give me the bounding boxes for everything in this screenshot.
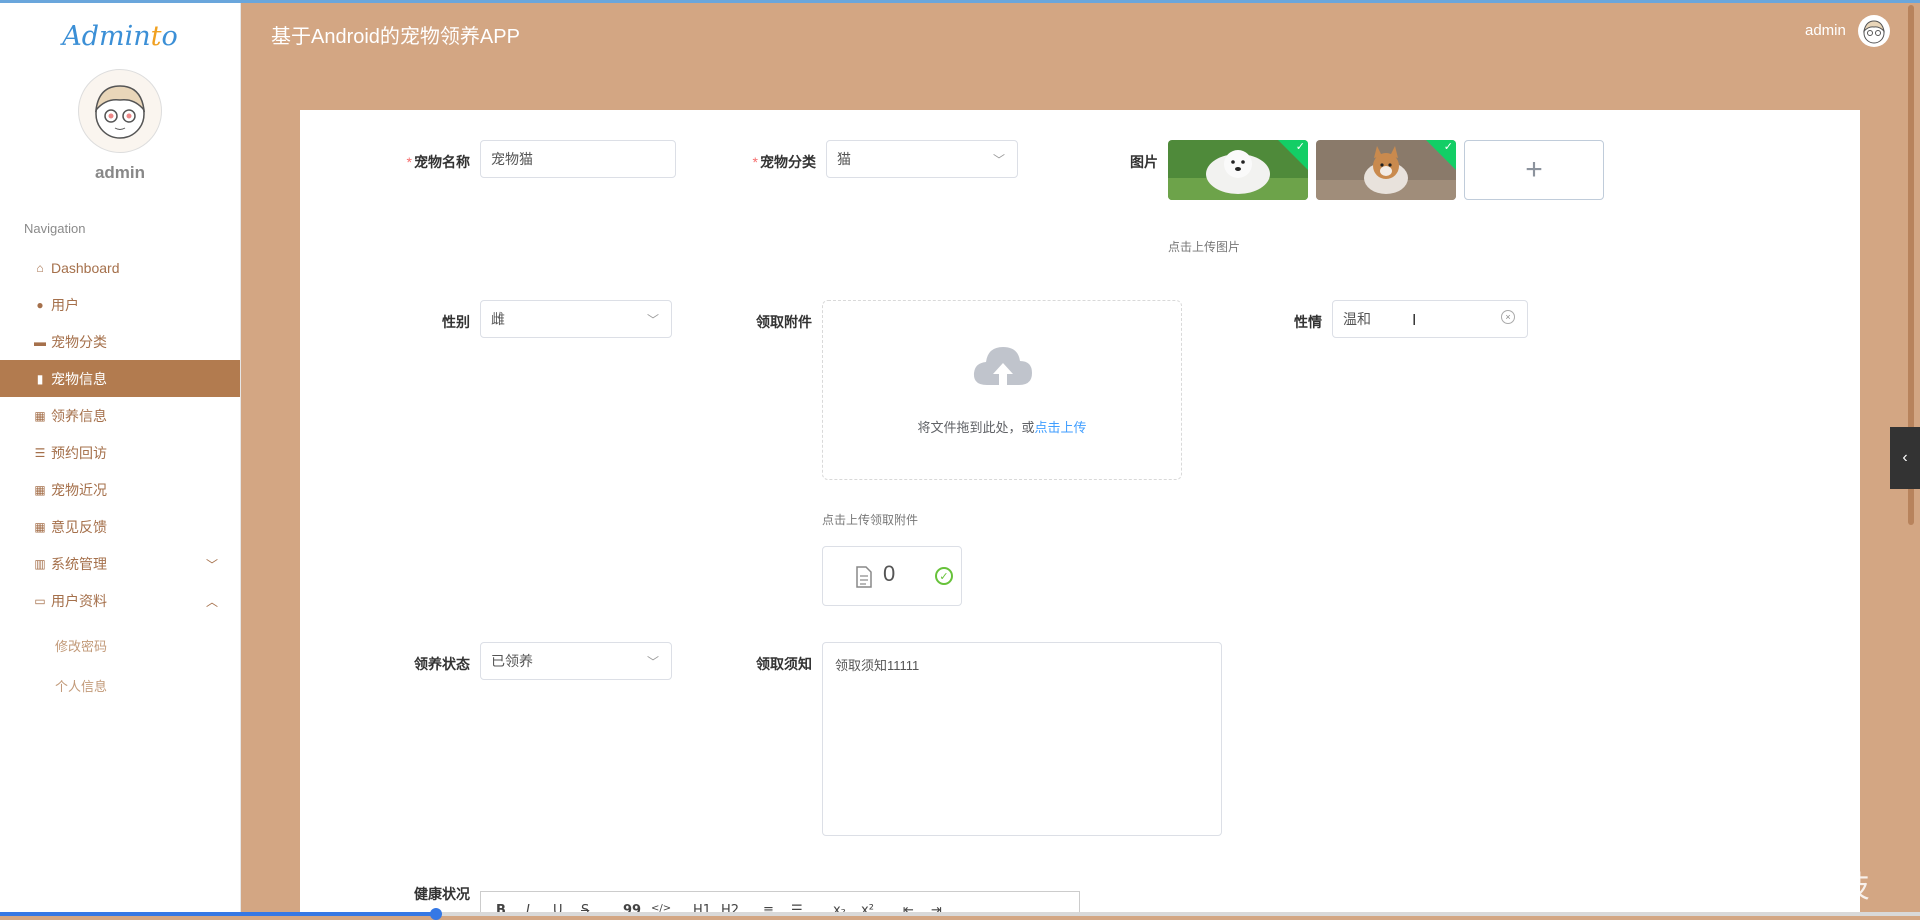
add-image-button[interactable]: +	[1464, 140, 1604, 200]
attachment-upload-hint: 点击上传领取附件	[822, 513, 919, 527]
bar-chart-icon: ▮	[36, 371, 44, 386]
pet-name-input[interactable]: 宠物猫	[480, 140, 676, 178]
grid-icon: ▦	[34, 519, 46, 534]
chevron-down-icon: ﹀	[205, 558, 218, 572]
sidebar-item-system-management[interactable]: ▥ 系统管理 ﹀	[0, 545, 240, 582]
sidebar-subitem-change-password[interactable]: 修改密码	[0, 625, 240, 665]
sidebar-item-label: 用户资料	[51, 592, 107, 609]
text-cursor-icon: I	[1412, 312, 1417, 329]
sidebar-item-label: 系统管理	[51, 555, 107, 572]
images-label: 图片	[1130, 154, 1158, 170]
monitor-icon: ▬	[34, 334, 46, 349]
temperament-label: 性情	[1294, 314, 1322, 330]
attachment-label: 领取附件	[756, 314, 812, 330]
top-accent-line	[0, 0, 1920, 3]
temperament-input[interactable]: 温和 ×	[1332, 300, 1528, 338]
document-icon	[856, 566, 872, 588]
pet-category-label: * 宠物分类	[752, 154, 816, 170]
chevron-down-icon: ﹀	[992, 153, 1005, 167]
sidebar-item-adoption-info[interactable]: ▦ 领养信息	[0, 397, 240, 434]
sidebar-item-dashboard[interactable]: ⌂ Dashboard	[0, 249, 240, 286]
notice-label: 领取须知	[756, 656, 812, 672]
sidebar-item-label: 宠物信息	[51, 370, 107, 387]
sidebar-subitem-personal-info[interactable]: 个人信息	[0, 665, 240, 705]
grid-icon: ▦	[34, 482, 46, 497]
books-icon: ▥	[34, 556, 46, 571]
sidebar-item-feedback[interactable]: ▦ 意见反馈	[0, 508, 240, 545]
check-icon: ✓	[1295, 141, 1305, 153]
pet-category-select[interactable]: 猫 ﹀	[826, 140, 1018, 178]
collapse-tab[interactable]: ‹	[1890, 427, 1920, 489]
header-avatar[interactable]	[1858, 15, 1890, 47]
gender-label: 性别	[442, 314, 470, 330]
attachment-dropzone[interactable]: 将文件拖到此处，或点击上传	[822, 300, 1182, 480]
image-upload-hint: 点击上传图片	[1168, 240, 1241, 254]
click-upload-link[interactable]: 点击上传	[1035, 420, 1087, 435]
gender-select[interactable]: 雌 ﹀	[480, 300, 672, 338]
list-icon: ☰	[34, 445, 46, 460]
sidebar-item-label: 领养信息	[51, 407, 107, 424]
sidebar-item-label: 用户	[51, 296, 79, 313]
sidebar-item-label: 意见反馈	[51, 518, 107, 535]
image-thumbnail-2[interactable]: ✓	[1316, 140, 1456, 200]
progress-knob[interactable]	[430, 908, 442, 920]
image-thumbnail-1[interactable]: ✓	[1168, 140, 1308, 200]
sidebar-item-label: 预约回访	[51, 444, 107, 461]
app-logo[interactable]: Adminto	[0, 21, 240, 52]
sidebar-item-return-visit[interactable]: ☰ 预约回访	[0, 434, 240, 471]
page-title: 基于Android的宠物领养APP	[271, 26, 520, 48]
video-progress-bar[interactable]	[0, 908, 1920, 920]
uploaded-file-card[interactable]: 0 ✓	[822, 546, 962, 606]
watermark: CSDN @辉时科技	[1626, 871, 1870, 904]
health-label: 健康状况	[414, 886, 470, 902]
pin-icon: ●	[36, 297, 44, 312]
cloud-upload-icon	[973, 347, 1032, 385]
chevron-up-icon: ︿	[205, 595, 218, 609]
clear-icon[interactable]: ×	[1501, 310, 1515, 324]
chevron-down-icon: ﹀	[646, 655, 659, 669]
nav-heading: Navigation	[24, 221, 86, 236]
adopt-status-select[interactable]: 已领养 ﹀	[480, 642, 672, 680]
sidebar-item-label: 宠物近况	[51, 481, 107, 498]
user-avatar[interactable]	[78, 69, 162, 153]
card-icon: ▭	[34, 593, 46, 608]
sidebar: Adminto admin Navigation ⌂ Dashboard ● 用…	[0, 3, 241, 916]
check-icon: ✓	[1443, 141, 1453, 153]
progress-fill	[0, 912, 440, 916]
grid-icon: ▦	[34, 408, 46, 423]
pet-name-label: * 宠物名称	[406, 154, 470, 170]
adopt-status-label: 领养状态	[414, 656, 470, 672]
chevron-left-icon: ‹	[1902, 449, 1908, 466]
header-username[interactable]: admin	[1805, 22, 1846, 39]
sidebar-item-pet-info[interactable]: ▮ 宠物信息	[0, 360, 240, 397]
sidebar-item-users[interactable]: ● 用户	[0, 286, 240, 323]
sidebar-item-label: 宠物分类	[51, 333, 107, 350]
chevron-down-icon: ﹀	[646, 313, 659, 327]
sidebar-item-user-profile[interactable]: ▭ 用户资料 ︿	[0, 582, 240, 619]
file-count: 0	[883, 561, 896, 586]
plus-icon: +	[1525, 153, 1543, 186]
sidebar-item-label: Dashboard	[51, 259, 120, 276]
sidebar-item-pet-status[interactable]: ▦ 宠物近况	[0, 471, 240, 508]
home-icon: ⌂	[36, 260, 44, 275]
sidebar-username: admin	[94, 163, 146, 182]
dropzone-text: 将文件拖到此处，或点击上传	[917, 420, 1087, 435]
nav-menu: ⌂ Dashboard ● 用户 ▬ 宠物分类 ▮ 宠物信息 ▦ 领养信息 ☰ …	[0, 249, 240, 705]
check-circle-icon: ✓	[935, 567, 953, 585]
notice-textarea[interactable]: 领取须知11111	[822, 642, 1222, 836]
sidebar-item-pet-category[interactable]: ▬ 宠物分类	[0, 323, 240, 360]
